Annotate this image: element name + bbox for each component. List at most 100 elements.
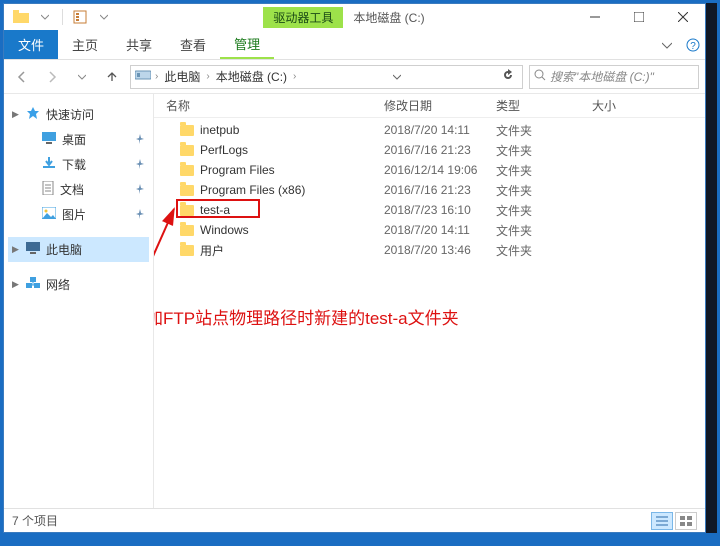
folder-icon xyxy=(180,225,194,236)
tab-view[interactable]: 查看 xyxy=(166,30,220,59)
sidebar-item-downloads[interactable]: 下载 xyxy=(8,152,149,177)
sidebar-item-network[interactable]: ▶ 网络 xyxy=(8,272,149,297)
folder-icon xyxy=(180,125,194,136)
status-bar: 7 个项目 xyxy=(4,508,705,532)
file-tab[interactable]: 文件 xyxy=(4,30,58,59)
refresh-button[interactable] xyxy=(498,69,518,84)
expand-icon[interactable]: ▶ xyxy=(12,279,19,290)
chevron-right-icon[interactable]: › xyxy=(206,71,209,82)
tab-share[interactable]: 共享 xyxy=(112,30,166,59)
folder-icon xyxy=(180,245,194,256)
document-icon xyxy=(42,181,54,198)
recent-locations-button[interactable] xyxy=(70,65,94,89)
star-icon xyxy=(26,106,40,123)
sidebar-label: 快速访问 xyxy=(46,106,94,123)
maximize-button[interactable] xyxy=(617,4,661,30)
file-date: 2016/7/16 21:23 xyxy=(384,143,496,157)
view-details-button[interactable] xyxy=(651,512,673,530)
download-icon xyxy=(42,157,56,172)
pin-icon xyxy=(135,133,145,147)
sidebar-label: 下载 xyxy=(62,156,86,173)
explorer-window: 驱动器工具 本地磁盘 (C:) 文件 主页 共享 查看 管理 ? xyxy=(3,3,706,533)
file-date: 2018/7/20 14:11 xyxy=(384,123,496,137)
annotation-text: 在添加FTP站点物理路径时新建的test-a文件夹 xyxy=(154,304,459,329)
sidebar-item-desktop[interactable]: 桌面 xyxy=(8,127,149,152)
minimize-button[interactable] xyxy=(573,4,617,30)
drive-icon xyxy=(135,69,151,84)
folder-icon xyxy=(10,6,32,28)
picture-icon xyxy=(42,207,56,222)
table-row[interactable]: 用户 2018/7/20 13:46文件夹 xyxy=(154,240,705,260)
separator xyxy=(62,9,63,25)
table-row[interactable]: PerfLogs 2016/7/16 21:23文件夹 xyxy=(154,140,705,160)
tab-manage[interactable]: 管理 xyxy=(220,30,274,59)
title-bar-center: 驱动器工具 本地磁盘 (C:) xyxy=(115,7,573,28)
column-header-name[interactable]: 名称 xyxy=(154,94,384,117)
history-dropdown-button[interactable] xyxy=(389,70,405,84)
sidebar-label: 桌面 xyxy=(62,131,86,148)
expand-icon[interactable]: ▶ xyxy=(12,109,19,120)
breadcrumb-label: 本地磁盘 (C:) xyxy=(216,68,287,85)
properties-icon[interactable] xyxy=(69,6,91,28)
svg-text:?: ? xyxy=(690,41,696,52)
back-button[interactable] xyxy=(10,65,34,89)
sidebar-item-pictures[interactable]: 图片 xyxy=(8,202,149,227)
column-header-date[interactable]: 修改日期 xyxy=(384,94,496,117)
expand-icon[interactable]: ▶ xyxy=(12,244,19,255)
chevron-right-icon[interactable]: › xyxy=(293,71,296,82)
navigation-bar: › 此电脑 › 本地磁盘 (C:) › 搜索"本地磁盘 (C:)" xyxy=(4,60,705,94)
content-area: ▶ 快速访问 桌面 下载 文档 xyxy=(4,94,705,508)
computer-icon xyxy=(26,242,40,257)
breadcrumb[interactable]: 本地磁盘 (C:) xyxy=(214,68,289,85)
up-button[interactable] xyxy=(100,65,124,89)
network-icon xyxy=(26,277,40,292)
title-bar: 驱动器工具 本地磁盘 (C:) xyxy=(4,4,705,30)
tab-home[interactable]: 主页 xyxy=(58,30,112,59)
ribbon-expand-button[interactable] xyxy=(653,30,681,59)
quick-access-toolbar xyxy=(4,6,115,28)
file-date: 2018/7/20 13:46 xyxy=(384,243,496,257)
file-type: 文件夹 xyxy=(496,162,592,179)
file-name: Program Files (x86) xyxy=(200,183,305,197)
view-large-icons-button[interactable] xyxy=(675,512,697,530)
table-row[interactable]: Program Files2016/12/14 19:06文件夹 xyxy=(154,160,705,180)
file-type: 文件夹 xyxy=(496,142,592,159)
sidebar-item-documents[interactable]: 文档 xyxy=(8,177,149,202)
sidebar-label: 此电脑 xyxy=(46,241,82,258)
window-title: 本地磁盘 (C:) xyxy=(353,9,424,26)
sidebar-label: 网络 xyxy=(46,276,70,293)
column-header-size[interactable]: 大小 xyxy=(592,94,705,117)
column-header-type[interactable]: 类型 xyxy=(496,94,592,117)
sidebar-item-this-pc[interactable]: ▶ 此电脑 xyxy=(8,237,149,262)
table-row[interactable]: inetpub2018/7/20 14:11文件夹 xyxy=(154,120,705,140)
breadcrumb[interactable]: 此电脑 xyxy=(162,68,202,85)
file-type: 文件夹 xyxy=(496,222,592,239)
file-type: 文件夹 xyxy=(496,202,592,219)
file-date: 2016/7/16 21:23 xyxy=(384,183,496,197)
close-button[interactable] xyxy=(661,4,705,30)
address-bar[interactable]: › 此电脑 › 本地磁盘 (C:) › xyxy=(130,65,523,89)
forward-button[interactable] xyxy=(40,65,64,89)
sidebar-item-quick-access[interactable]: ▶ 快速访问 xyxy=(8,102,149,127)
file-name: PerfLogs xyxy=(200,143,248,157)
breadcrumb-label: 此电脑 xyxy=(164,68,200,85)
file-name: 用户 xyxy=(200,242,224,259)
chevron-down-icon[interactable] xyxy=(34,6,56,28)
search-input[interactable]: 搜索"本地磁盘 (C:)" xyxy=(529,65,699,89)
file-date: 2018/7/23 16:10 xyxy=(384,203,496,217)
folder-icon xyxy=(180,165,194,176)
chevron-right-icon[interactable]: › xyxy=(155,71,158,82)
table-row[interactable]: Program Files (x86)2016/7/16 21:23文件夹 xyxy=(154,180,705,200)
search-icon xyxy=(534,69,546,84)
help-button[interactable]: ? xyxy=(681,30,705,59)
file-list: inetpub2018/7/20 14:11文件夹 PerfLogs 2016/7/… xyxy=(154,118,705,260)
file-type: 文件夹 xyxy=(496,242,592,259)
file-date: 2018/7/20 14:11 xyxy=(384,223,496,237)
folder-icon xyxy=(180,205,194,216)
table-row[interactable]: Windows2018/7/20 14:11文件夹 xyxy=(154,220,705,240)
table-row[interactable]: test-a 2018/7/23 16:10文件夹 xyxy=(154,200,705,220)
chevron-down-icon[interactable] xyxy=(93,6,115,28)
contextual-tab-label: 驱动器工具 xyxy=(263,7,343,28)
file-name: test-a xyxy=(200,203,230,217)
ribbon-tabs: 文件 主页 共享 查看 管理 ? xyxy=(4,30,705,60)
